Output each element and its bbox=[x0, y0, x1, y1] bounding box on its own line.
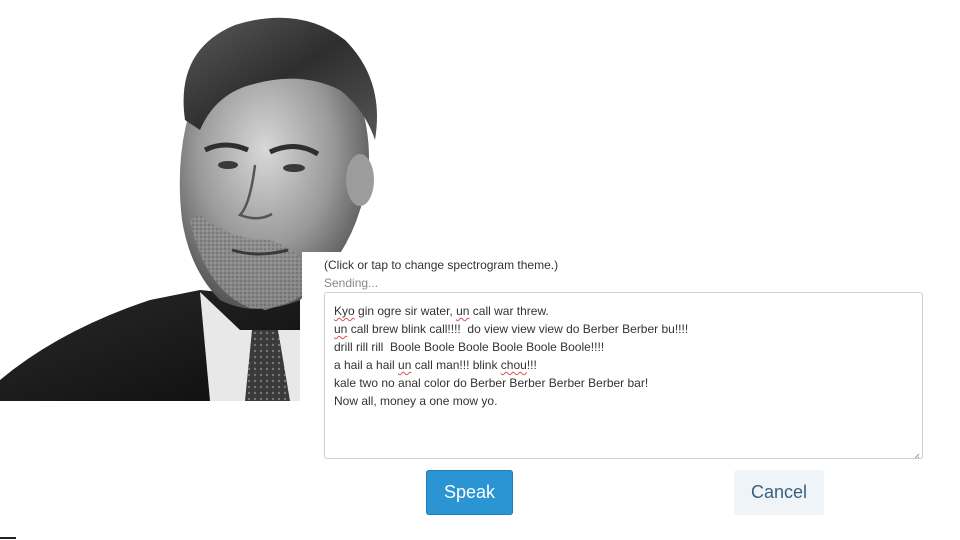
misspelled-word: un bbox=[398, 358, 412, 372]
spectrogram-theme-hint[interactable]: (Click or tap to change spectrogram them… bbox=[324, 258, 558, 272]
text-segment: gin ogre sir water, bbox=[354, 304, 457, 318]
misspelled-word: un bbox=[334, 322, 348, 336]
app-stage: (Click or tap to change spectrogram them… bbox=[0, 0, 960, 540]
textarea-line: Now all, money a one mow yo. bbox=[334, 392, 912, 410]
text-segment: call man!!! blink bbox=[411, 358, 501, 372]
textarea-line: un call brew blink call!!!! do view view… bbox=[334, 320, 912, 338]
misspelled-word: chou bbox=[500, 358, 527, 372]
text-segment: a hail a hail bbox=[334, 358, 399, 372]
text-segment: call brew blink call!!!! do view view vi… bbox=[347, 322, 689, 336]
misspelled-word: Kyo bbox=[334, 304, 355, 318]
textarea-line: Kyo gin ogre sir water, un call war thre… bbox=[334, 302, 912, 320]
textarea-line: a hail a hail un call man!!! blink chou!… bbox=[334, 356, 912, 374]
text-segment: kale two no anal color do Berber Berber … bbox=[334, 376, 649, 390]
message-textarea[interactable]: Kyo gin ogre sir water, un call war thre… bbox=[324, 292, 923, 459]
textarea-line: kale two no anal color do Berber Berber … bbox=[334, 374, 912, 392]
speak-button[interactable]: Speak bbox=[426, 470, 513, 515]
text-segment: call war threw. bbox=[469, 304, 549, 318]
text-segment: !!! bbox=[526, 358, 537, 372]
sending-status: Sending... bbox=[324, 276, 379, 290]
cancel-button[interactable]: Cancel bbox=[734, 470, 824, 515]
textarea-line: drill rill rill Boole Boole Boole Boole … bbox=[334, 338, 912, 356]
misspelled-word: un bbox=[456, 304, 470, 318]
text-segment: Now all, money a one mow yo. bbox=[334, 394, 498, 408]
resize-grip-icon[interactable] bbox=[912, 448, 920, 458]
text-segment: drill rill rill Boole Boole Boole Boole … bbox=[334, 340, 605, 354]
divider bbox=[0, 537, 16, 539]
